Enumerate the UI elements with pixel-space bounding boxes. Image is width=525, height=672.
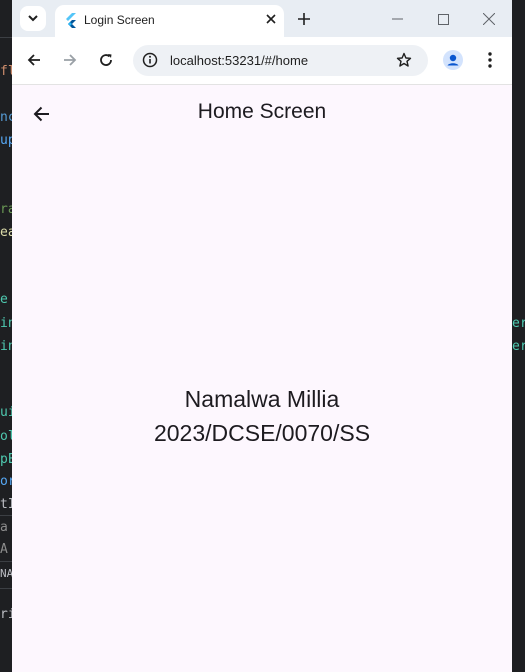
maximize-button[interactable] xyxy=(432,8,454,30)
new-tab-button[interactable] xyxy=(293,8,315,30)
code-fragment: er xyxy=(512,339,525,354)
editor-divider xyxy=(0,37,12,38)
address-bar[interactable]: localhost:53231/#/home xyxy=(133,45,428,76)
minimize-button[interactable] xyxy=(386,8,408,30)
plus-icon xyxy=(298,13,310,25)
maximize-icon xyxy=(437,13,449,25)
arrow-right-icon xyxy=(64,54,77,66)
close-icon xyxy=(483,13,495,25)
minimize-icon xyxy=(391,18,403,20)
editor-divider xyxy=(0,588,12,589)
flutter-app-view: Home Screen Namalwa Millia 2023/DCSE/007… xyxy=(12,85,512,672)
tab-search-button[interactable] xyxy=(20,6,46,31)
editor-divider xyxy=(0,561,12,562)
page-title: Home Screen xyxy=(197,100,327,123)
arrow-left-icon xyxy=(27,54,40,66)
bookmark-button[interactable] xyxy=(395,51,413,69)
info-icon xyxy=(142,52,158,68)
star-icon xyxy=(396,52,412,67)
close-window-button[interactable] xyxy=(478,8,500,30)
back-button[interactable] xyxy=(23,49,45,71)
browser-tab[interactable]: Login Screen xyxy=(55,5,284,37)
reload-button[interactable] xyxy=(95,49,117,71)
tab-strip: Login Screen xyxy=(12,0,512,37)
url-text[interactable]: localhost:53231/#/home xyxy=(170,53,308,68)
tab-title: Login Screen xyxy=(84,13,155,27)
user-info: Namalwa Millia 2023/DCSE/0070/SS xyxy=(12,382,512,450)
user-name: Namalwa Millia xyxy=(184,386,340,412)
tab-close-button[interactable] xyxy=(263,11,279,27)
chevron-down-icon xyxy=(28,15,38,22)
code-fragment: e xyxy=(0,292,8,307)
close-icon xyxy=(266,14,276,24)
forward-button[interactable] xyxy=(59,49,81,71)
flutter-icon xyxy=(66,13,76,28)
browser-toolbar: localhost:53231/#/home xyxy=(12,37,512,85)
code-fragment: er xyxy=(512,316,525,331)
reload-icon xyxy=(100,54,112,66)
site-info-button[interactable] xyxy=(141,51,159,69)
browser-window: Login Screen localhost:53231/#/home Home… xyxy=(12,0,512,672)
registration-number: 2023/DCSE/0070/SS xyxy=(153,420,371,446)
profile-icon xyxy=(443,50,463,70)
kebab-menu-icon xyxy=(488,52,492,68)
profile-button[interactable] xyxy=(442,49,464,71)
browser-menu-button[interactable] xyxy=(479,49,501,71)
code-fragment: a xyxy=(0,520,8,535)
editor-divider xyxy=(0,515,12,516)
code-fragment: A xyxy=(0,542,8,557)
